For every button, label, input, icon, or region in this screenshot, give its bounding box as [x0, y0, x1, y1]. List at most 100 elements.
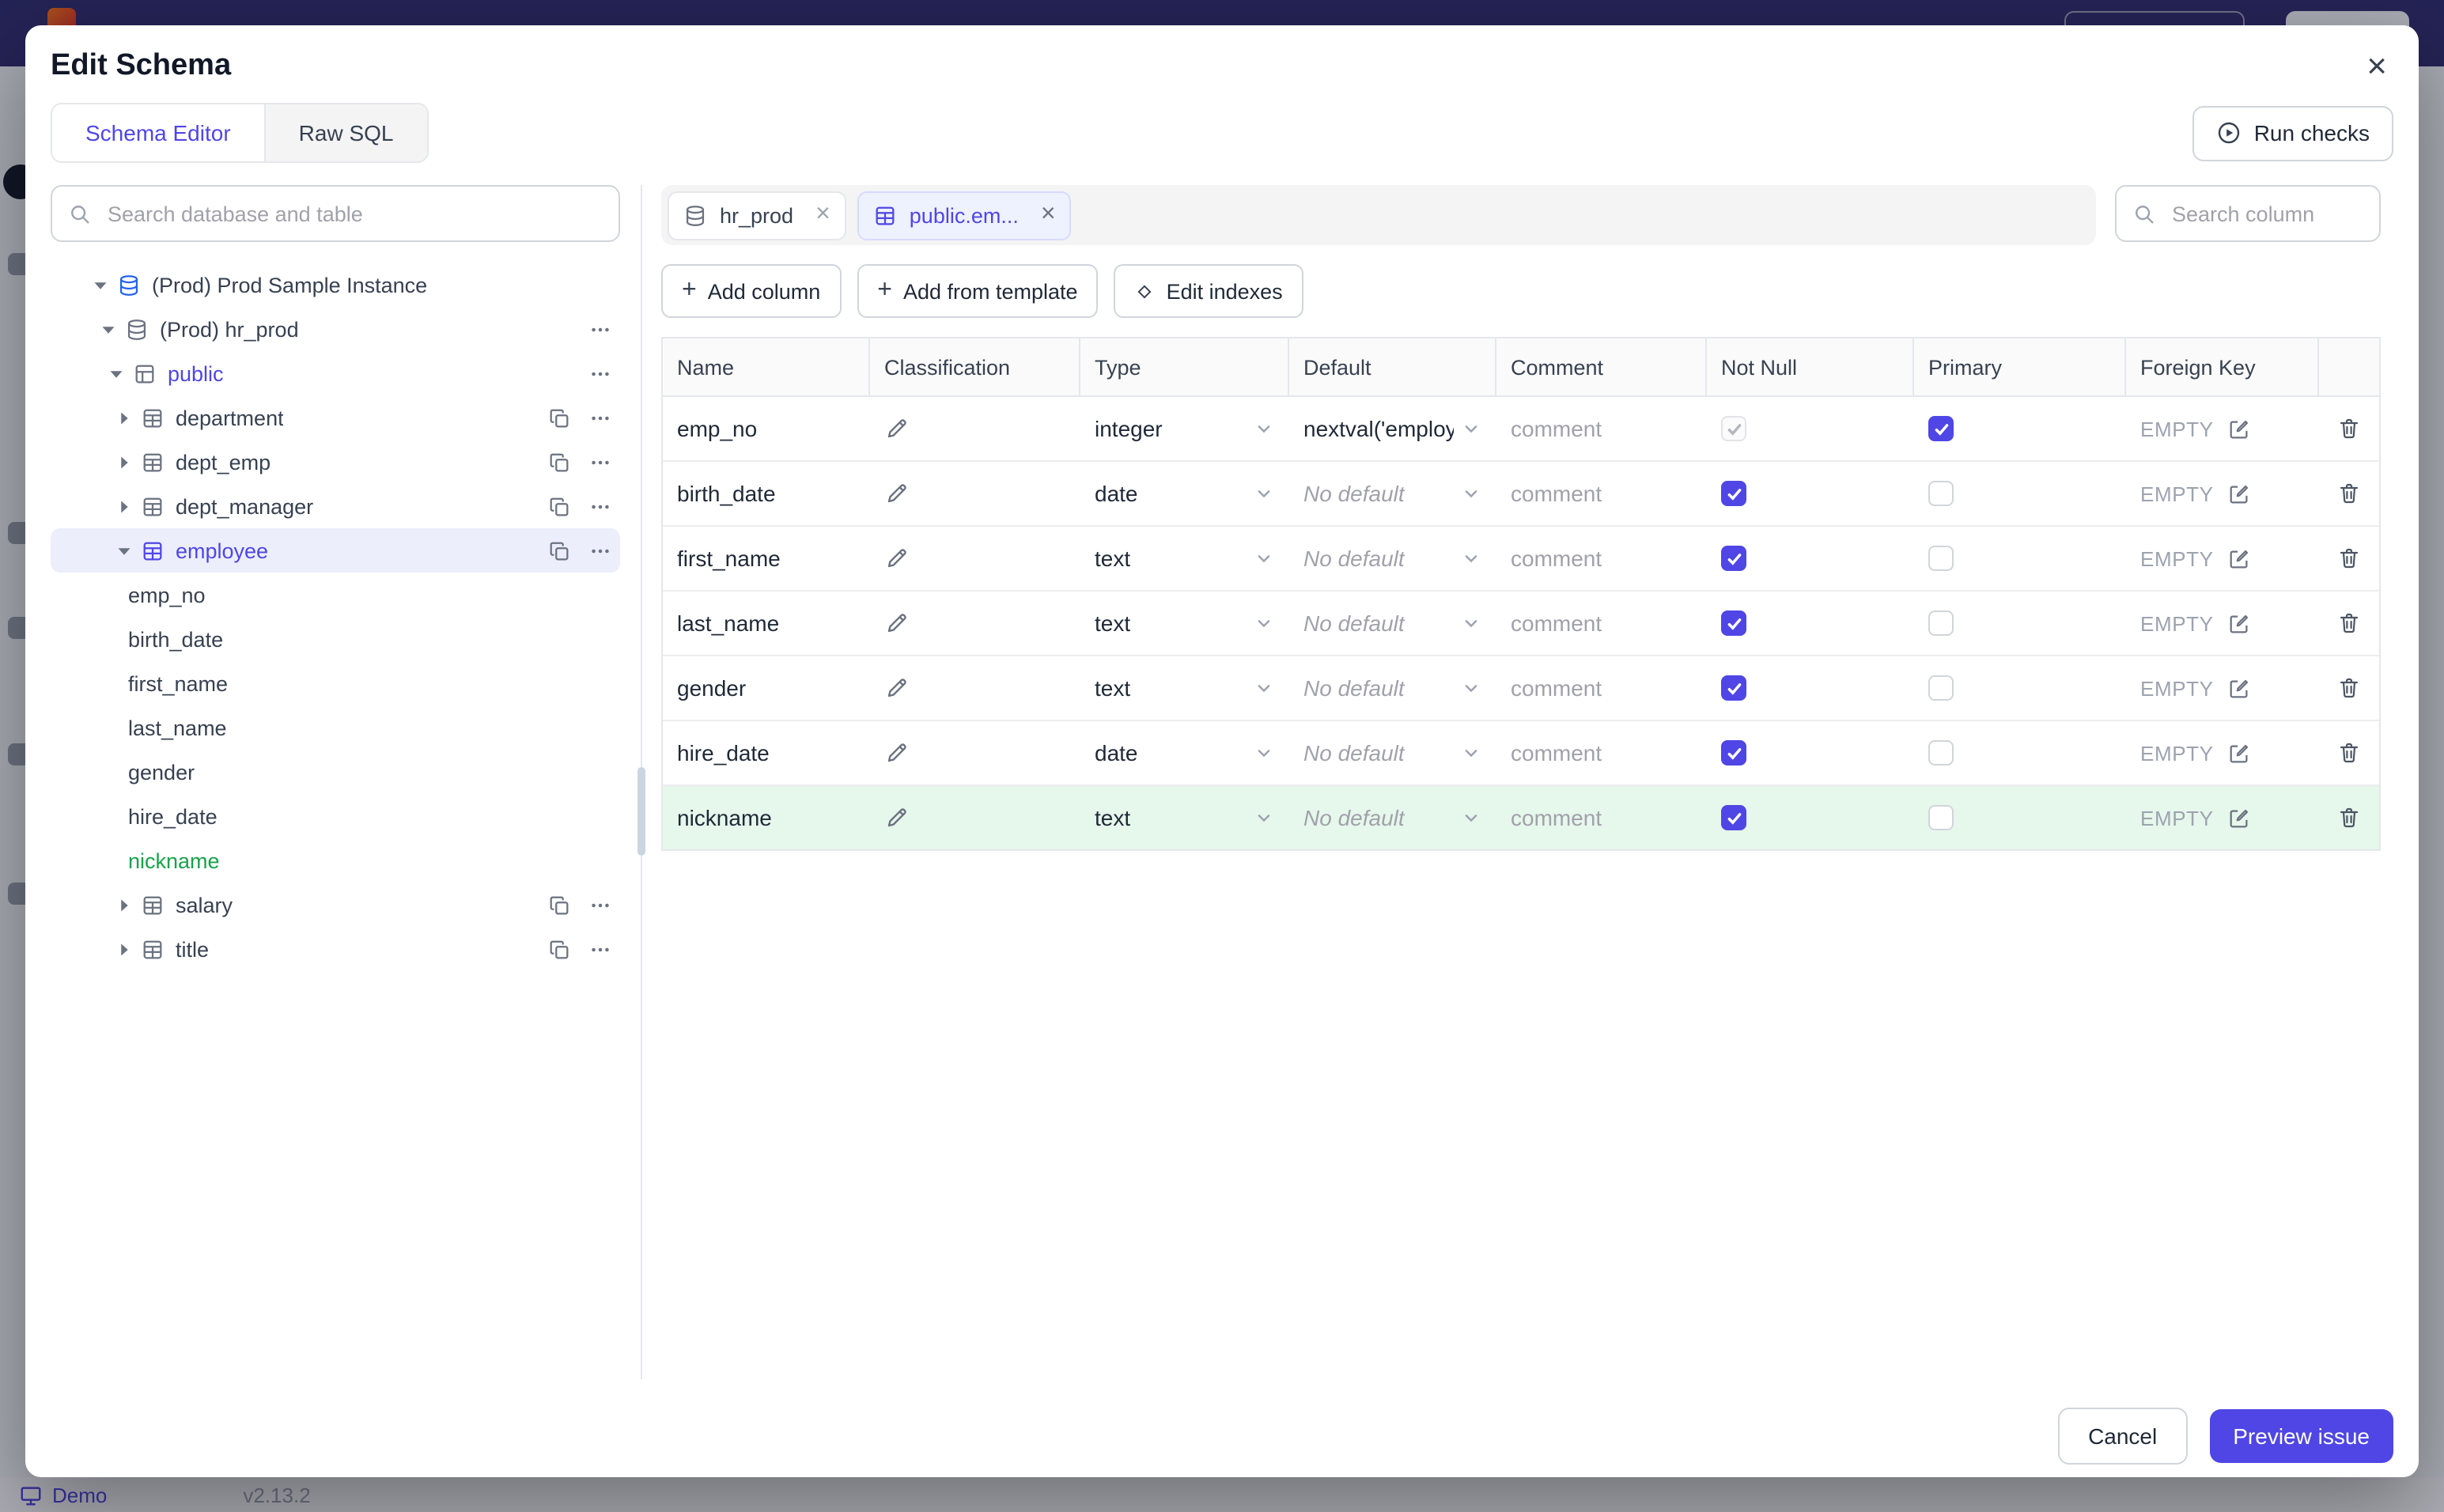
default-select[interactable]: nextval('employ	[1289, 397, 1496, 460]
pencil-icon[interactable]	[884, 740, 910, 765]
more-icon[interactable]	[588, 494, 612, 518]
trash-icon[interactable]	[2336, 546, 2362, 571]
tree-column-emp_no[interactable]: emp_no	[51, 573, 620, 617]
column-name-cell[interactable]: birth_date	[663, 462, 870, 525]
close-icon[interactable]: ×	[1041, 202, 1056, 227]
caret-right-icon[interactable]	[112, 893, 136, 917]
tree-item--prod-hr_prod[interactable]: (Prod) hr_prod	[51, 307, 620, 351]
more-icon[interactable]	[588, 539, 612, 562]
comment-input[interactable]: comment	[1496, 397, 1707, 460]
tab-raw-sql[interactable]: Raw SQL	[263, 104, 427, 161]
tree-item-dept_emp[interactable]: dept_emp	[51, 440, 620, 484]
caret-down-icon[interactable]	[96, 317, 120, 341]
comment-input[interactable]: comment	[1496, 592, 1707, 655]
caret-right-icon[interactable]	[112, 494, 136, 518]
tree-column-hire_date[interactable]: hire_date	[51, 794, 620, 838]
caret-down-icon[interactable]	[104, 361, 128, 385]
column-name-cell[interactable]: gender	[663, 656, 870, 720]
trash-icon[interactable]	[2336, 416, 2362, 441]
copy-icon[interactable]	[547, 406, 571, 429]
run-checks-button[interactable]: Run checks	[2192, 105, 2393, 161]
default-select[interactable]: No default	[1289, 721, 1496, 784]
pencil-icon[interactable]	[884, 416, 910, 441]
trash-icon[interactable]	[2336, 740, 2362, 765]
trash-icon[interactable]	[2336, 610, 2362, 636]
chip-table-public-employee[interactable]: public.em... ×	[857, 191, 1072, 240]
edit-foreign-key-icon[interactable]	[2228, 417, 2252, 440]
tree-item-dept_manager[interactable]: dept_manager	[51, 484, 620, 528]
primary-checkbox[interactable]	[1928, 675, 1954, 701]
edit-foreign-key-icon[interactable]	[2228, 741, 2252, 765]
more-icon[interactable]	[588, 893, 612, 917]
copy-icon[interactable]	[547, 450, 571, 474]
not-null-checkbox[interactable]	[1721, 740, 1746, 765]
comment-input[interactable]: comment	[1496, 656, 1707, 720]
more-icon[interactable]	[588, 406, 612, 429]
pencil-icon[interactable]	[884, 546, 910, 571]
primary-checkbox[interactable]	[1928, 740, 1954, 765]
pencil-icon[interactable]	[884, 481, 910, 506]
caret-down-icon[interactable]	[112, 539, 136, 562]
type-select[interactable]: date	[1080, 462, 1289, 525]
default-select[interactable]: No default	[1289, 592, 1496, 655]
default-select[interactable]: No default	[1289, 786, 1496, 849]
tree-column-gender[interactable]: gender	[51, 750, 620, 794]
caret-right-icon[interactable]	[112, 406, 136, 429]
column-name-cell[interactable]: emp_no	[663, 397, 870, 460]
default-select[interactable]: No default	[1289, 462, 1496, 525]
not-null-checkbox[interactable]	[1721, 610, 1746, 636]
primary-checkbox[interactable]	[1928, 546, 1954, 571]
type-select[interactable]: text	[1080, 527, 1289, 590]
tree-item--prod-prod-sample-instance[interactable]: (Prod) Prod Sample Instance	[51, 263, 620, 307]
column-name-cell[interactable]: last_name	[663, 592, 870, 655]
type-select[interactable]: text	[1080, 786, 1289, 849]
edit-foreign-key-icon[interactable]	[2228, 482, 2252, 505]
comment-input[interactable]: comment	[1496, 786, 1707, 849]
primary-checkbox[interactable]	[1928, 805, 1954, 830]
more-icon[interactable]	[588, 937, 612, 961]
column-name-cell[interactable]: nickname	[663, 786, 870, 849]
tree-item-employee[interactable]: employee	[51, 528, 620, 573]
default-select[interactable]: No default	[1289, 527, 1496, 590]
type-select[interactable]: date	[1080, 721, 1289, 784]
primary-checkbox[interactable]	[1928, 481, 1954, 506]
type-select[interactable]: integer	[1080, 397, 1289, 460]
not-null-checkbox[interactable]	[1721, 805, 1746, 830]
not-null-checkbox[interactable]	[1721, 546, 1746, 571]
edit-foreign-key-icon[interactable]	[2228, 546, 2252, 570]
tree-item-public[interactable]: public	[51, 351, 620, 395]
tab-schema-editor[interactable]: Schema Editor	[52, 104, 264, 161]
default-select[interactable]: No default	[1289, 656, 1496, 720]
not-null-checkbox[interactable]	[1721, 675, 1746, 701]
chip-database-hr-prod[interactable]: hr_prod ×	[668, 191, 846, 240]
preview-issue-button[interactable]: Preview issue	[2209, 1409, 2393, 1463]
add-column-button[interactable]: + Add column	[661, 264, 842, 318]
comment-input[interactable]: comment	[1496, 527, 1707, 590]
edit-foreign-key-icon[interactable]	[2228, 806, 2252, 830]
type-select[interactable]: text	[1080, 656, 1289, 720]
divider-drag-handle[interactable]	[637, 767, 645, 856]
trash-icon[interactable]	[2336, 675, 2362, 701]
type-select[interactable]: text	[1080, 592, 1289, 655]
close-icon[interactable]: ×	[815, 202, 830, 227]
copy-icon[interactable]	[547, 893, 571, 917]
tree-search-input[interactable]	[104, 200, 603, 227]
tree-column-last_name[interactable]: last_name	[51, 705, 620, 750]
column-name-cell[interactable]: first_name	[663, 527, 870, 590]
cancel-button[interactable]: Cancel	[2058, 1408, 2188, 1465]
pencil-icon[interactable]	[884, 610, 910, 636]
caret-right-icon[interactable]	[112, 450, 136, 474]
primary-checkbox[interactable]	[1928, 610, 1954, 636]
column-search-input[interactable]	[2169, 200, 2363, 227]
copy-icon[interactable]	[547, 494, 571, 518]
tree-column-birth_date[interactable]: birth_date	[51, 617, 620, 661]
trash-icon[interactable]	[2336, 805, 2362, 830]
copy-icon[interactable]	[547, 937, 571, 961]
not-null-checkbox[interactable]	[1721, 481, 1746, 506]
trash-icon[interactable]	[2336, 481, 2362, 506]
tree-item-department[interactable]: department	[51, 395, 620, 440]
edit-indexes-button[interactable]: Edit indexes	[1114, 264, 1303, 318]
column-name-cell[interactable]: hire_date	[663, 721, 870, 784]
more-icon[interactable]	[588, 361, 612, 385]
more-icon[interactable]	[588, 450, 612, 474]
